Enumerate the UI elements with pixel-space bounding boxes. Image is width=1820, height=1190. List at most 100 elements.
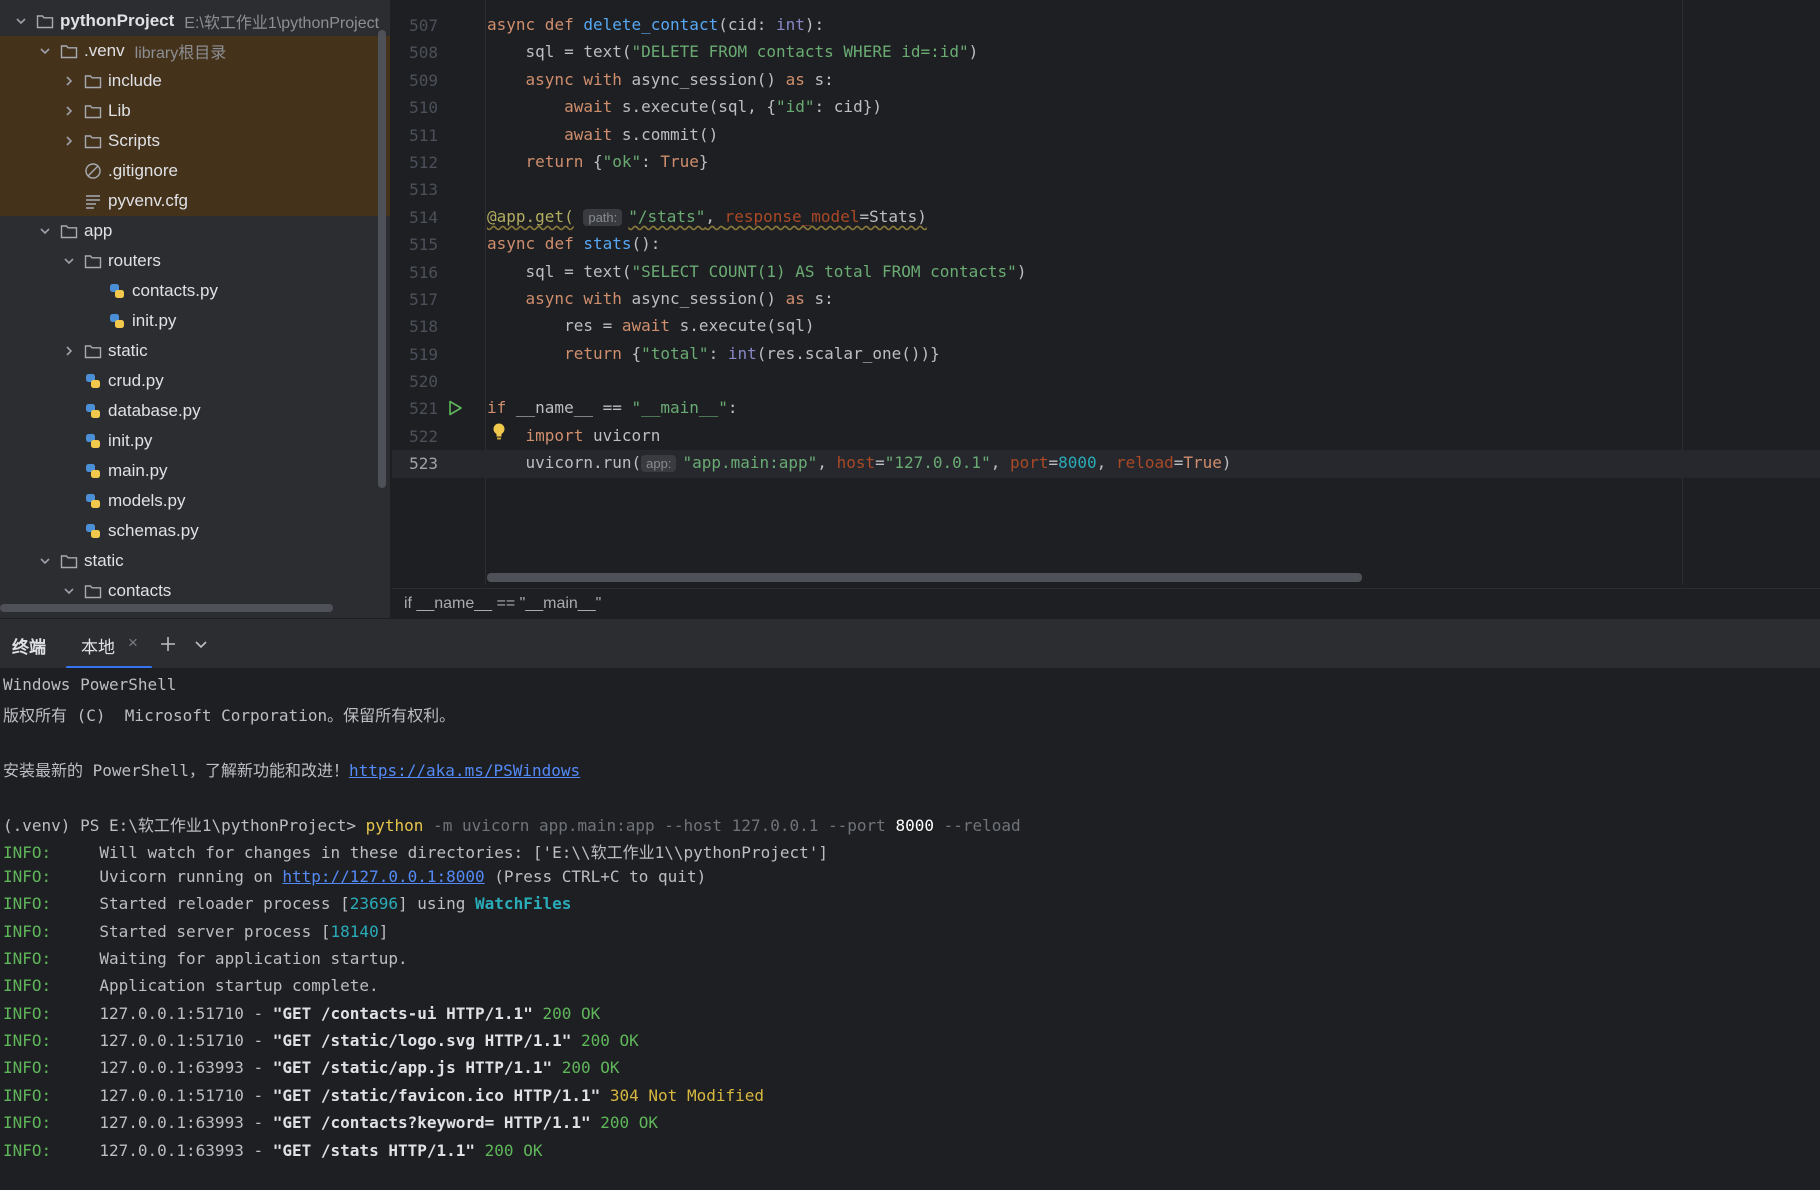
code-line[interactable]: 514 @app.get( path: "/stats", response_mo… <box>392 204 1820 231</box>
code-token: sql = text( <box>487 42 632 62</box>
tree-item-crud-py[interactable]: crud.py <box>0 366 390 396</box>
chevron-down-icon[interactable] <box>193 636 209 652</box>
code-text: async def stats(): <box>487 234 660 253</box>
code-text: return {"total": int(res.scalar_one())} <box>487 344 940 363</box>
tree-item-database-py[interactable]: database.py <box>0 396 390 426</box>
tree-item-schemas-py[interactable]: schemas.py <box>0 516 390 546</box>
code-line[interactable]: 518 res = await s.execute(sql) <box>392 313 1820 340</box>
terminal-line: Windows PowerShell <box>3 672 1021 699</box>
terminal-line: INFO: Application startup complete. <box>3 973 1021 1000</box>
code-line[interactable]: 507 async def delete_contact(cid: int): <box>392 12 1820 39</box>
code-line[interactable]: 515 async def stats(): <box>392 231 1820 258</box>
code-token: s.execute(sql) <box>670 316 815 336</box>
chevron-right-icon[interactable] <box>62 104 76 118</box>
line-number: 507 <box>409 16 438 35</box>
terminal-line: INFO: 127.0.0.1:63993 - "GET /stats HTTP… <box>3 1138 1021 1165</box>
tree-item-include[interactable]: include <box>0 66 390 96</box>
chevron-down-icon[interactable] <box>14 14 28 28</box>
tree-item-label: app <box>84 221 113 240</box>
request-address: 127.0.0.1:51710 - <box>51 1003 273 1023</box>
code-line[interactable]: 520 <box>392 368 1820 395</box>
tree-item-app-init-py[interactable]: init.py <box>0 426 390 456</box>
terminal-output[interactable]: Windows PowerShell 版权所有 (C) Microsoft Co… <box>0 668 1820 1190</box>
chevron-right-icon[interactable] <box>62 344 76 358</box>
tree-vertical-scrollbar[interactable] <box>378 30 386 488</box>
terminal-link[interactable]: http://127.0.0.1:8000 <box>282 867 484 886</box>
code-text: async with async_session() as s: <box>487 70 834 89</box>
code-line[interactable]: 519 return {"total": int(res.scalar_one(… <box>392 341 1820 368</box>
code-line[interactable]: 521 if __name__ == "__main__": <box>392 395 1820 422</box>
tree-item-label: .gitignore <box>108 161 178 180</box>
terminal-link[interactable]: https://aka.ms/PSWindows <box>349 761 580 780</box>
code-text: uvicorn.run(app: "app.main:app", host="12… <box>487 453 1232 473</box>
tab-label: 本地 <box>81 638 115 657</box>
code-line[interactable]: 511 await s.commit() <box>392 122 1820 149</box>
tree-item-routers-init-py[interactable]: init.py <box>0 306 390 336</box>
chevron-down-icon[interactable] <box>38 554 52 568</box>
editor-horizontal-scrollbar[interactable] <box>487 573 1362 582</box>
tree-item-scripts[interactable]: Scripts <box>0 126 390 156</box>
tree-item-contacts-py[interactable]: contacts.py <box>0 276 390 306</box>
chevron-right-icon[interactable] <box>62 74 76 88</box>
parameter: host <box>836 453 876 473</box>
code-line[interactable]: 508 sql = text("DELETE FROM contacts WHE… <box>392 39 1820 66</box>
terminal-title: 终端 <box>12 638 46 657</box>
python-file-icon <box>84 492 102 510</box>
chevron-down-icon[interactable] <box>62 254 76 268</box>
tree-item-lib[interactable]: Lib <box>0 96 390 126</box>
code-line[interactable]: 510 await s.execute(sql, {"id": cid}) <box>392 94 1820 121</box>
code-token: = <box>1173 453 1184 473</box>
tree-item-pyvenv-cfg[interactable]: pyvenv.cfg <box>0 186 390 216</box>
code-line[interactable]: 512 return {"ok": True} <box>392 149 1820 176</box>
tree-item-models-py[interactable]: models.py <box>0 486 390 516</box>
code-line[interactable]: 516 sql = text("SELECT COUNT(1) AS total… <box>392 259 1820 286</box>
tree-item-app[interactable]: app <box>0 216 390 246</box>
keyword: True <box>660 151 699 171</box>
process-id: 23696 <box>349 894 398 914</box>
tree-item-routers[interactable]: routers <box>0 246 390 276</box>
code-line[interactable]: 513 <box>392 176 1820 203</box>
terminal-line: INFO: Uvicorn running on http://127.0.0.… <box>3 864 1021 891</box>
code-editor[interactable]: 507 async def delete_contact(cid: int): … <box>392 0 1820 588</box>
folder-icon <box>84 252 102 270</box>
close-icon[interactable]: × <box>128 633 138 653</box>
breadcrumb-item[interactable]: if __name__ == "__main__" <box>404 595 601 612</box>
tree-item-root[interactable]: pythonProject E:\软工作业1\pythonProject <box>0 6 390 36</box>
bulb-icon[interactable] <box>492 423 506 441</box>
plus-icon[interactable] <box>158 634 178 654</box>
tree-item-contacts-folder[interactable]: contacts <box>0 576 390 606</box>
run-icon[interactable] <box>447 400 463 416</box>
tree-item-static[interactable]: static <box>0 546 390 576</box>
config-file-icon <box>84 192 102 210</box>
tab-local[interactable]: 本地 × <box>66 619 152 669</box>
keyword: if <box>487 398 507 418</box>
code-text: await s.commit() <box>487 125 718 144</box>
tree-item-venv[interactable]: .venv library根目录 <box>0 36 390 66</box>
code-line-current[interactable]: 523 uvicorn.run(app: "app.main:app", host… <box>392 450 1820 478</box>
tree-item-label: schemas.py <box>108 521 199 540</box>
tree-item-note: library根目录 <box>134 45 227 62</box>
tree-item-label: .venv <box>84 41 125 60</box>
tree-item-gitignore[interactable]: .gitignore <box>0 156 390 186</box>
string: "DELETE FROM contacts WHERE id=:id" <box>631 42 969 62</box>
code-line[interactable]: 509 async with async_session() as s: <box>392 67 1820 94</box>
code-token: async_session() <box>621 288 786 308</box>
tree-item-app-static[interactable]: static <box>0 336 390 366</box>
chevron-down-icon[interactable] <box>62 584 76 598</box>
tree-item-label: Scripts <box>108 131 160 150</box>
code-token: __name__ == <box>506 398 632 418</box>
chevron-right-icon[interactable] <box>62 134 76 148</box>
chevron-down-icon[interactable] <box>38 44 52 58</box>
code-line[interactable]: 522 import uvicorn <box>392 423 1820 450</box>
tree-horizontal-scrollbar[interactable] <box>0 604 333 612</box>
code-line[interactable]: 517 async with async_session() as s: <box>392 286 1820 313</box>
line-number: 513 <box>409 180 438 200</box>
breadcrumb[interactable]: if __name__ == "__main__" <box>392 588 1820 618</box>
terminal-line: INFO: 127.0.0.1:63993 - "GET /contacts?k… <box>3 1110 1021 1137</box>
terminal-text: 安装最新的 PowerShell，了解新功能和改进！ <box>3 761 349 781</box>
keyword: import <box>525 425 584 445</box>
line-number: 512 <box>409 152 438 172</box>
chevron-down-icon[interactable] <box>38 224 52 238</box>
tree-item-main-py[interactable]: main.py <box>0 456 390 486</box>
